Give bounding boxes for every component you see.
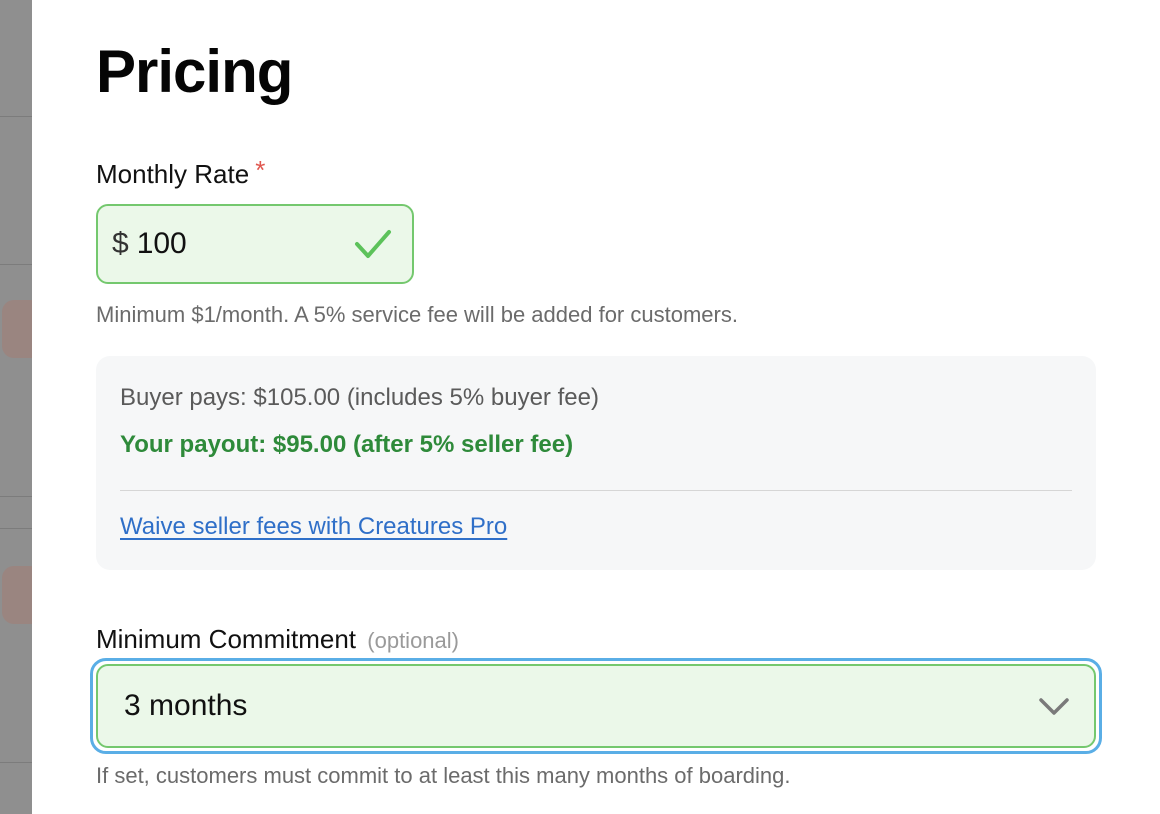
fee-divider: [120, 490, 1072, 491]
buyer-pays-text: Buyer pays: $105.00 (includes 5% buyer f…: [120, 384, 599, 411]
optional-tag: (optional): [367, 628, 459, 653]
fee-summary-card: Buyer pays: $105.00 (includes 5% buyer f…: [96, 356, 1096, 570]
check-icon: [355, 230, 391, 258]
backdrop-divider: [0, 496, 32, 497]
page-title: Pricing: [96, 38, 293, 105]
seller-payout-text: Your payout: $95.00 (after 5% seller fee…: [120, 431, 574, 458]
currency-symbol: $: [112, 227, 129, 260]
backdrop-divider: [0, 116, 32, 117]
required-asterisk: *: [255, 155, 266, 185]
monthly-rate-value[interactable]: 100: [137, 227, 187, 261]
min-commitment-select[interactable]: 3 months: [96, 664, 1096, 748]
waive-fees-link[interactable]: Waive seller fees with Creatures Pro: [120, 513, 507, 541]
monthly-rate-input[interactable]: $ 100: [96, 204, 414, 284]
monthly-rate-label: Monthly Rate *: [96, 155, 266, 190]
monthly-rate-help: Minimum $1/month. A 5% service fee will …: [96, 302, 738, 327]
pricing-panel: Pricing Monthly Rate * $ 100 Minimum $1/m…: [32, 0, 1160, 814]
monthly-rate-label-text: Monthly Rate: [96, 159, 250, 189]
backdrop-element: [2, 300, 32, 358]
backdrop-element: [2, 566, 32, 624]
backdrop-divider: [0, 762, 32, 763]
min-commitment-label: Minimum Commitment (optional): [96, 623, 459, 657]
backdrop-divider: [0, 264, 32, 265]
modal-backdrop[interactable]: [0, 0, 32, 814]
chevron-down-icon[interactable]: [1038, 696, 1070, 718]
backdrop-divider: [0, 528, 32, 529]
min-commitment-help: If set, customers must commit to at leas…: [96, 763, 791, 788]
min-commitment-label-text: Minimum Commitment: [96, 624, 357, 654]
min-commitment-selected: 3 months: [124, 689, 248, 722]
